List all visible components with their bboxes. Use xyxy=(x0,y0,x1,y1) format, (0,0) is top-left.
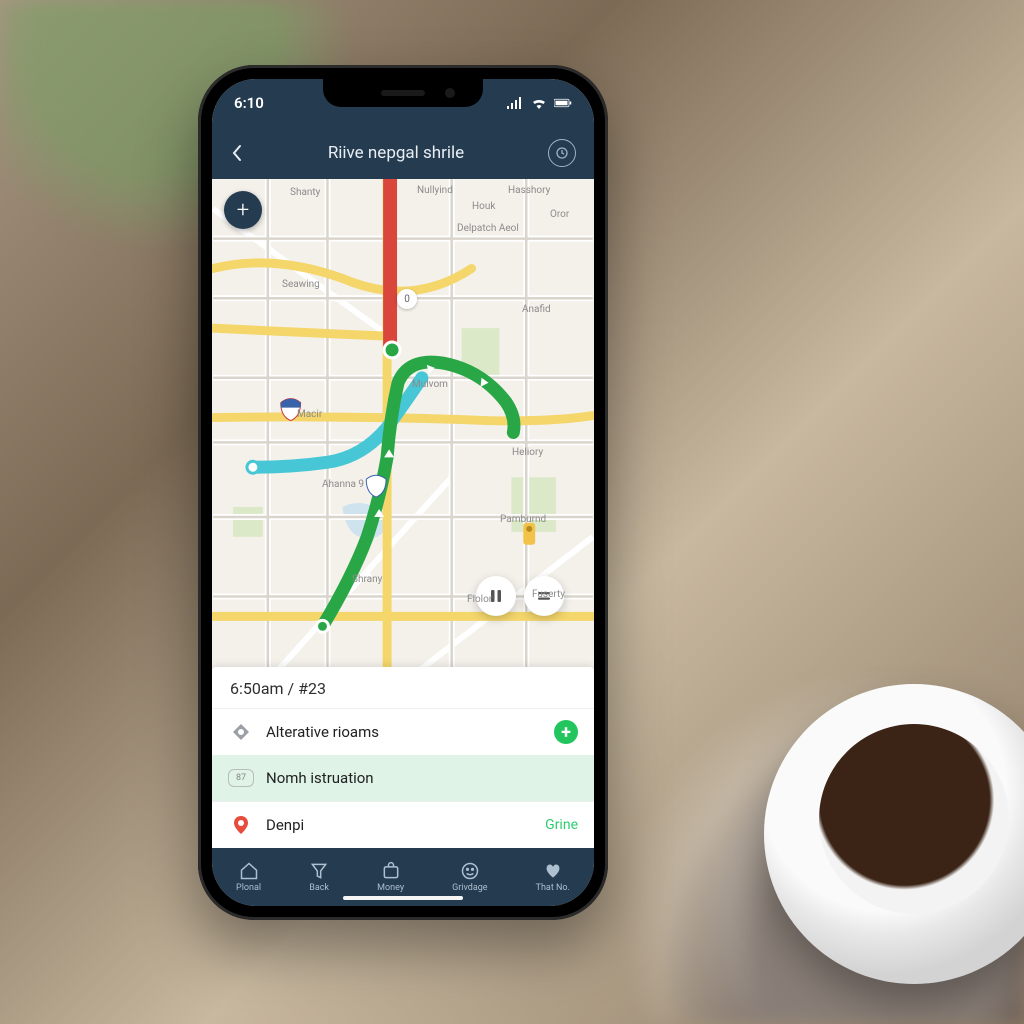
cellular-icon xyxy=(506,97,524,109)
nav-label: That No. xyxy=(536,883,570,893)
home-indicator[interactable] xyxy=(343,896,463,900)
place-label: Oror xyxy=(550,209,569,220)
filter-icon xyxy=(309,861,329,881)
nav-label: Plonal xyxy=(236,883,261,893)
place-label: Mulvom xyxy=(412,379,448,390)
heart-icon xyxy=(543,861,563,881)
place-label: Hasshory xyxy=(508,185,550,196)
row-label: Denpi xyxy=(266,816,533,834)
place-label: Seawing xyxy=(282,279,320,290)
row-label: Nomh istruation xyxy=(266,769,578,787)
eta-line: 6:50am / #23 xyxy=(212,667,594,708)
nav-money[interactable]: Money xyxy=(377,861,404,893)
face-icon xyxy=(460,861,480,881)
place-label: Anafid xyxy=(522,304,551,315)
place-label: Houk xyxy=(472,201,495,212)
clock-icon xyxy=(548,139,576,167)
phone-frame: 6:10 Riive nepgal shrile xyxy=(198,65,608,920)
row-nomh[interactable]: 87 Nomh istruation xyxy=(212,755,594,801)
wifi-icon xyxy=(530,97,548,109)
page-title: Riive nepgal shrile xyxy=(328,143,464,163)
add-fab[interactable]: + xyxy=(224,191,262,229)
nav-label: Grivdage xyxy=(452,883,487,893)
place-label: Shanty xyxy=(290,187,320,198)
nav-label: Money xyxy=(377,883,404,893)
nav-label: Back xyxy=(309,883,329,893)
row-trail: Grine xyxy=(545,817,578,833)
place-label: Fuserty xyxy=(532,589,565,600)
nav-plonal[interactable]: Plonal xyxy=(236,861,261,893)
app-header: Riive nepgal shrile xyxy=(212,127,594,179)
nav-back[interactable]: Back xyxy=(309,861,329,893)
chevron-left-icon xyxy=(230,144,244,162)
badge-icon: 87 xyxy=(228,765,254,791)
status-icons xyxy=(506,97,572,109)
status-time: 6:10 xyxy=(234,94,264,112)
place-label: Fiolor xyxy=(467,594,492,605)
place-label: Heliory xyxy=(512,447,543,458)
add-button[interactable]: + xyxy=(554,720,578,744)
place-label: Shrany xyxy=(352,574,382,585)
place-label: Ahanna 9 xyxy=(322,479,364,490)
place-label: Pamburnd xyxy=(500,514,546,525)
route-marker[interactable]: 0 xyxy=(397,289,417,309)
row-label: Alterative rioams xyxy=(266,723,542,741)
place-label: Nullyind xyxy=(417,185,453,196)
place-label: Delpatch Aeol xyxy=(457,223,519,234)
pin-icon xyxy=(228,812,254,838)
row-denpi[interactable]: Denpi Grine xyxy=(212,801,594,848)
back-button[interactable] xyxy=(230,144,244,162)
battery-icon xyxy=(554,97,572,109)
bag-icon xyxy=(381,861,401,881)
bottom-sheet: 6:50am / #23 Alterative rioams + 87 Nomh… xyxy=(212,667,594,848)
nav-thatno[interactable]: That No. xyxy=(536,861,570,893)
phone-screen: 6:10 Riive nepgal shrile xyxy=(212,79,594,906)
info-button[interactable] xyxy=(548,139,576,167)
diamond-icon xyxy=(228,719,254,745)
nav-grivdage[interactable]: Grivdage xyxy=(452,861,487,893)
coffee-cup xyxy=(764,684,1024,984)
place-label: Macir xyxy=(297,409,322,420)
map-canvas[interactable]: + 0 Shanty Nullyind Hasshory Houk Delpat… xyxy=(212,179,594,676)
phone-notch xyxy=(323,79,483,107)
row-alternative[interactable]: Alterative rioams + xyxy=(212,708,594,755)
home-icon xyxy=(239,861,259,881)
